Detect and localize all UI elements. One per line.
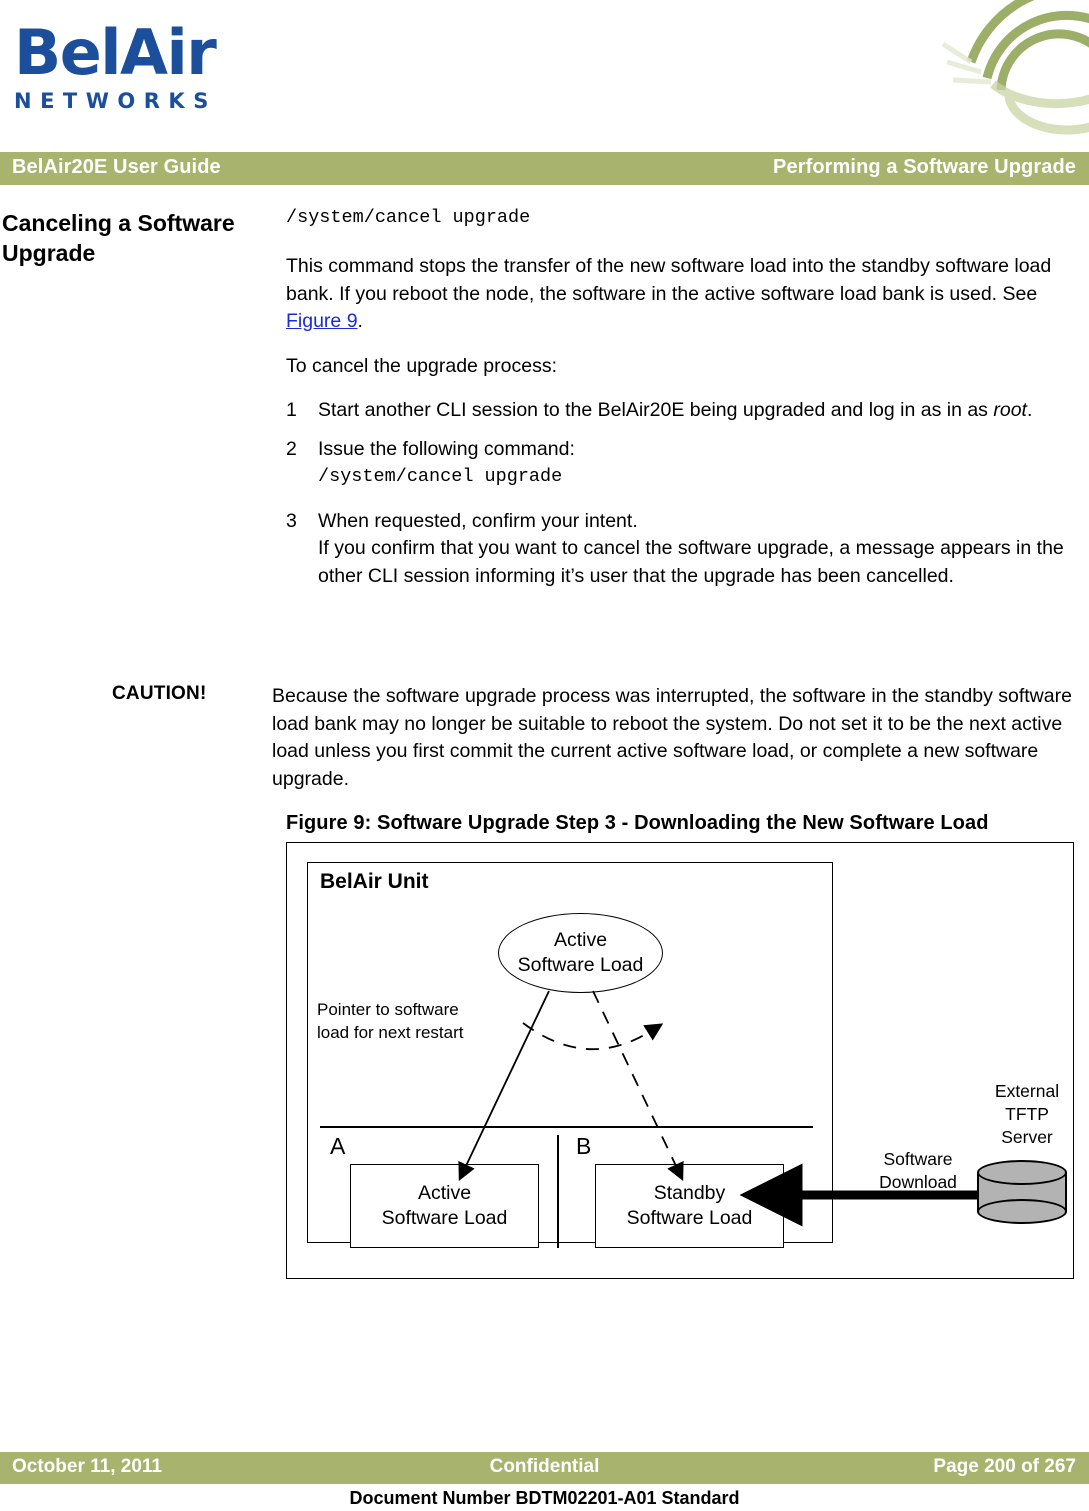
software-download-label: Software Download [863, 1148, 973, 1194]
step-text: Issue the following command: [318, 437, 575, 460]
command-line-top: /system/cancel upgrade [286, 207, 531, 228]
procedure-step-2: 2 Issue the following command: [286, 436, 1076, 464]
step-number: 1 [286, 399, 297, 421]
logo-subtext: NETWORKS [14, 89, 217, 113]
active-ellipse-line2: Software Load [517, 954, 644, 976]
intro-text-before-link: This command stops the transfer of the n… [286, 255, 1052, 305]
step-number: 3 [286, 509, 297, 532]
belair-unit-label: BelAir Unit [320, 870, 429, 893]
figure-9-crossref-link[interactable]: Figure 9 [286, 310, 358, 332]
footer-confidential-label: Confidential [489, 1456, 600, 1477]
page-title: BelAir20E User Guide [12, 156, 221, 178]
cylinder-bottom-ellipse [977, 1199, 1067, 1224]
cylinder-top-ellipse [977, 1160, 1067, 1185]
procedure-lead-in: To cancel the upgrade process: [286, 354, 558, 377]
active-load-line1: Active [417, 1182, 472, 1204]
active-software-load-ellipse: Active Software Load [498, 913, 663, 993]
page-header-band: BelAir20E User Guide Performing a Softwa… [0, 152, 1089, 185]
download-label-line1: Software [883, 1149, 953, 1169]
intro-text-after-link: . [357, 310, 363, 332]
procedure-step-1: 1 Start another CLI session to the BelAi… [286, 397, 1076, 425]
caution-label: CAUTION! [112, 683, 207, 704]
decorative-swoosh-graphic [909, 0, 1089, 152]
chapter-title: Performing a Software Upgrade [773, 156, 1076, 178]
logo-wordmark: BelAir [14, 16, 217, 89]
main-content-column: /system/cancel upgrade This command stop… [286, 205, 1076, 590]
active-ellipse-line1: Active [553, 929, 608, 951]
step-1-text-after-italic: . [1026, 399, 1033, 421]
bank-horizontal-divider [320, 1126, 813, 1128]
step-1-text-before-italic: Start another CLI session to the BelAir2… [318, 399, 994, 421]
standby-load-line1: Standby [653, 1182, 726, 1204]
section-heading: Canceling a Software Upgrade [2, 210, 235, 266]
tftp-label-line3: Server [1001, 1127, 1053, 1147]
step-number: 2 [286, 437, 297, 460]
standby-software-load-box: Standby Software Load [595, 1164, 784, 1248]
page-footer-band: October 11, 2011 Confidential Page 200 o… [0, 1452, 1089, 1484]
belair-networks-logo: BelAir NETWORKS [14, 22, 254, 117]
bank-a-letter: A [330, 1133, 346, 1159]
belair-unit-container: BelAir Unit Active Software Load Pointer… [307, 862, 833, 1248]
tftp-label-line1: External [994, 1081, 1060, 1101]
tftp-label-line2: TFTP [1005, 1104, 1049, 1124]
footer-page-number: Page 200 of 267 [933, 1456, 1076, 1477]
active-load-line2: Software Load [381, 1207, 508, 1229]
download-label-line2: Download [879, 1172, 957, 1192]
procedure-step-3: 3 When requested, confirm your intent. [286, 508, 1076, 536]
step-3-continuation: If you confirm that you want to cancel t… [318, 537, 1064, 587]
active-software-load-box: Active Software Load [350, 1164, 539, 1248]
intro-paragraph: This command stops the transfer of the n… [286, 253, 1076, 336]
bank-vertical-divider [557, 1135, 559, 1248]
pointer-note-line2: load for next restart [317, 1023, 464, 1042]
step-2-command: /system/cancel upgrade [318, 466, 563, 487]
bank-b-letter: B [576, 1133, 592, 1159]
step-text: When requested, confirm your intent. [318, 509, 638, 532]
pointer-note-line1: Pointer to software [317, 1000, 459, 1019]
standby-load-line2: Software Load [626, 1207, 753, 1229]
external-tftp-server-label: External TFTP Server [979, 1080, 1075, 1149]
figure-caption: Figure 9: Software Upgrade Step 3 - Down… [286, 812, 989, 834]
figure-9-diagram: BelAir Unit Active Software Load Pointer… [286, 842, 1074, 1279]
footer-document-number: Document Number BDTM02201-A01 Standard [349, 1488, 740, 1508]
step-text: Start another CLI session to the BelAir2… [318, 397, 1076, 425]
step-1-italic-term: root [993, 399, 1027, 421]
pointer-annotation: Pointer to software load for next restar… [317, 998, 463, 1044]
tftp-server-cylinder-icon [977, 1160, 1067, 1225]
caution-body-text: Because the software upgrade process was… [272, 685, 1072, 790]
